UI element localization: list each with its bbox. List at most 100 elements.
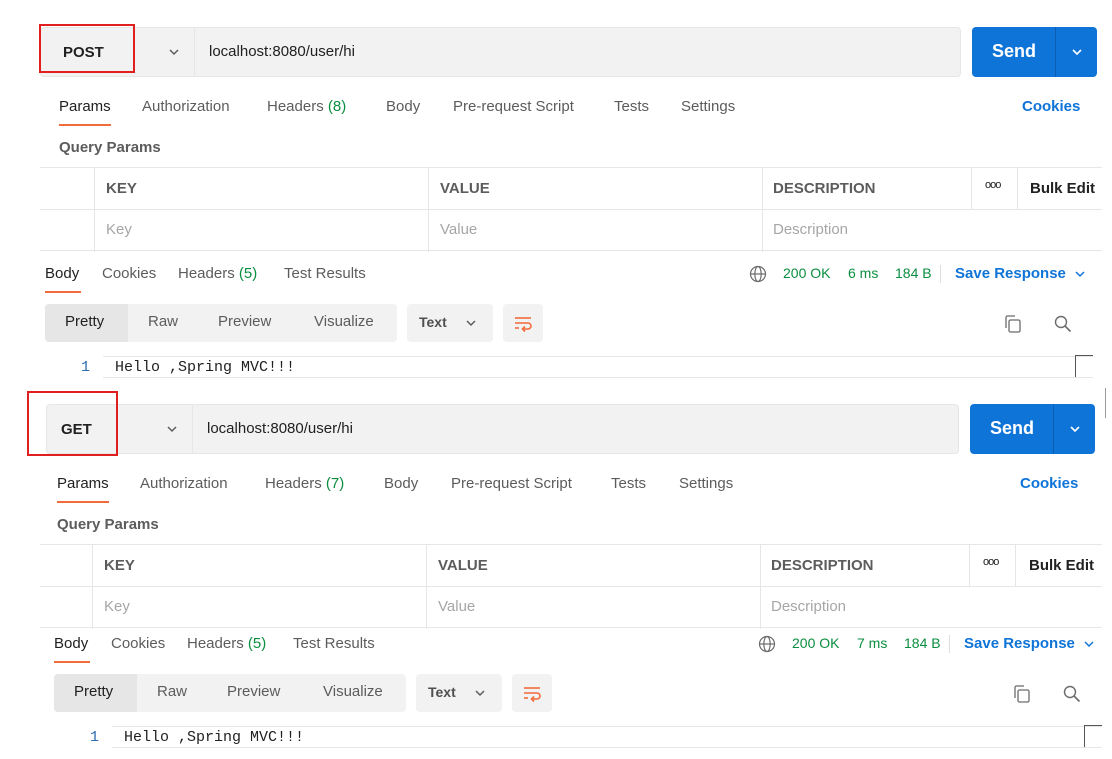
row-divider bbox=[40, 586, 1102, 587]
globe-icon[interactable] bbox=[758, 635, 776, 653]
response-tab-headers[interactable]: Headers (5) bbox=[187, 635, 266, 652]
response-time[interactable]: 7 ms bbox=[857, 635, 887, 651]
view-raw[interactable]: Raw bbox=[157, 683, 187, 700]
bulk-edit-button[interactable]: Bulk Edit bbox=[1029, 557, 1094, 574]
url-value: localhost:8080/user/hi bbox=[207, 420, 353, 437]
response-time[interactable]: 6 ms bbox=[848, 265, 878, 281]
save-response-button[interactable]: Save Response bbox=[964, 635, 1075, 652]
view-pretty[interactable]: Pretty bbox=[65, 313, 104, 330]
response-body-text: Hello ,Spring MVC!!! bbox=[124, 729, 305, 746]
url-input[interactable]: localhost:8080/user/hi bbox=[194, 27, 961, 77]
wrap-lines-button[interactable] bbox=[503, 304, 543, 342]
send-button[interactable]: Send bbox=[972, 27, 1097, 77]
tab-params[interactable]: Params bbox=[57, 475, 109, 492]
tab-tests[interactable]: Tests bbox=[614, 98, 649, 115]
status-code[interactable]: 200 OK bbox=[783, 265, 830, 281]
more-options-icon[interactable]: ooo bbox=[985, 179, 1001, 191]
query-params-title: Query Params bbox=[59, 139, 161, 156]
col-divider bbox=[94, 168, 95, 252]
request-panel-get: GET localhost:8080/user/hi Send Params A… bbox=[0, 377, 1112, 757]
tab-body[interactable]: Body bbox=[384, 475, 418, 492]
format-dropdown[interactable]: Text bbox=[407, 304, 493, 342]
status-code[interactable]: 200 OK bbox=[792, 635, 839, 651]
tab-headers-label: Headers bbox=[265, 475, 322, 492]
tab-prerequest-script[interactable]: Pre-request Script bbox=[451, 475, 572, 492]
row-divider bbox=[40, 209, 1102, 210]
response-headers-count: (5) bbox=[247, 635, 267, 652]
copy-icon[interactable] bbox=[1003, 314, 1023, 334]
query-params-title: Query Params bbox=[57, 516, 159, 533]
search-icon[interactable] bbox=[1053, 314, 1073, 334]
send-button[interactable]: Send bbox=[970, 404, 1095, 454]
response-tab-body[interactable]: Body bbox=[45, 265, 79, 282]
tab-headers[interactable]: Headers (7) bbox=[265, 475, 344, 492]
response-tab-cookies[interactable]: Cookies bbox=[111, 635, 165, 652]
description-input[interactable]: Description bbox=[771, 598, 846, 615]
tab-prerequest-script[interactable]: Pre-request Script bbox=[453, 98, 574, 115]
response-tab-body[interactable]: Body bbox=[54, 635, 88, 652]
view-mode-switcher: Pretty Raw Preview Visualize bbox=[45, 304, 397, 342]
format-dropdown[interactable]: Text bbox=[416, 674, 502, 712]
response-size[interactable]: 184 B bbox=[904, 635, 941, 651]
response-tab-test-results[interactable]: Test Results bbox=[284, 265, 366, 282]
wrap-icon bbox=[515, 317, 532, 333]
response-headers-label: Headers bbox=[187, 635, 244, 652]
response-headers-label: Headers bbox=[178, 265, 235, 282]
scrollbar[interactable] bbox=[1075, 355, 1093, 377]
line-number: 1 bbox=[90, 729, 100, 746]
view-raw[interactable]: Raw bbox=[148, 313, 178, 330]
chevron-down-icon[interactable] bbox=[1070, 45, 1084, 59]
key-input[interactable]: Key bbox=[106, 221, 132, 238]
tab-authorization[interactable]: Authorization bbox=[140, 475, 228, 492]
tab-tests[interactable]: Tests bbox=[611, 475, 646, 492]
active-tab-indicator bbox=[59, 124, 111, 126]
copy-icon[interactable] bbox=[1012, 684, 1032, 704]
column-header-value: VALUE bbox=[440, 180, 490, 197]
wrap-lines-button[interactable] bbox=[512, 674, 552, 712]
more-options-icon[interactable]: ooo bbox=[983, 556, 999, 568]
view-pretty[interactable]: Pretty bbox=[74, 683, 113, 700]
highlight-box bbox=[27, 391, 118, 456]
value-input[interactable]: Value bbox=[438, 598, 475, 615]
tab-settings[interactable]: Settings bbox=[679, 475, 733, 492]
chevron-down-icon[interactable] bbox=[1073, 267, 1087, 281]
tab-headers-label: Headers bbox=[267, 98, 324, 115]
col-divider bbox=[428, 168, 429, 252]
format-label: Text bbox=[428, 684, 456, 700]
bulk-edit-button[interactable]: Bulk Edit bbox=[1030, 180, 1095, 197]
chevron-down-icon bbox=[475, 690, 485, 697]
view-visualize[interactable]: Visualize bbox=[314, 313, 374, 330]
divider bbox=[940, 265, 941, 283]
col-divider bbox=[969, 545, 970, 587]
column-header-description: DESCRIPTION bbox=[773, 180, 876, 197]
chevron-down-icon[interactable] bbox=[1082, 637, 1096, 651]
tab-headers[interactable]: Headers (8) bbox=[267, 98, 346, 115]
cookies-link[interactable]: Cookies bbox=[1022, 98, 1080, 115]
key-input[interactable]: Key bbox=[104, 598, 130, 615]
tab-authorization[interactable]: Authorization bbox=[142, 98, 230, 115]
view-preview[interactable]: Preview bbox=[218, 313, 271, 330]
url-input[interactable]: localhost:8080/user/hi bbox=[192, 404, 959, 454]
send-divider bbox=[1055, 27, 1056, 77]
view-preview[interactable]: Preview bbox=[227, 683, 280, 700]
save-response-button[interactable]: Save Response bbox=[955, 265, 1066, 282]
response-tab-cookies[interactable]: Cookies bbox=[102, 265, 156, 282]
tab-settings[interactable]: Settings bbox=[681, 98, 735, 115]
response-tab-headers[interactable]: Headers (5) bbox=[178, 265, 257, 282]
line-number: 1 bbox=[81, 359, 91, 376]
tab-body[interactable]: Body bbox=[386, 98, 420, 115]
scrollbar[interactable] bbox=[1084, 725, 1102, 747]
description-input[interactable]: Description bbox=[773, 221, 848, 238]
chevron-down-icon[interactable] bbox=[1068, 422, 1082, 436]
globe-icon[interactable] bbox=[749, 265, 767, 283]
search-icon[interactable] bbox=[1062, 684, 1082, 704]
column-header-description: DESCRIPTION bbox=[771, 557, 874, 574]
tab-params[interactable]: Params bbox=[59, 98, 111, 115]
value-input[interactable]: Value bbox=[440, 221, 477, 238]
response-tab-test-results[interactable]: Test Results bbox=[293, 635, 375, 652]
view-mode-switcher: Pretty Raw Preview Visualize bbox=[54, 674, 406, 712]
cookies-link[interactable]: Cookies bbox=[1020, 475, 1078, 492]
response-size[interactable]: 184 B bbox=[895, 265, 932, 281]
view-visualize[interactable]: Visualize bbox=[323, 683, 383, 700]
send-label: Send bbox=[991, 41, 1036, 61]
